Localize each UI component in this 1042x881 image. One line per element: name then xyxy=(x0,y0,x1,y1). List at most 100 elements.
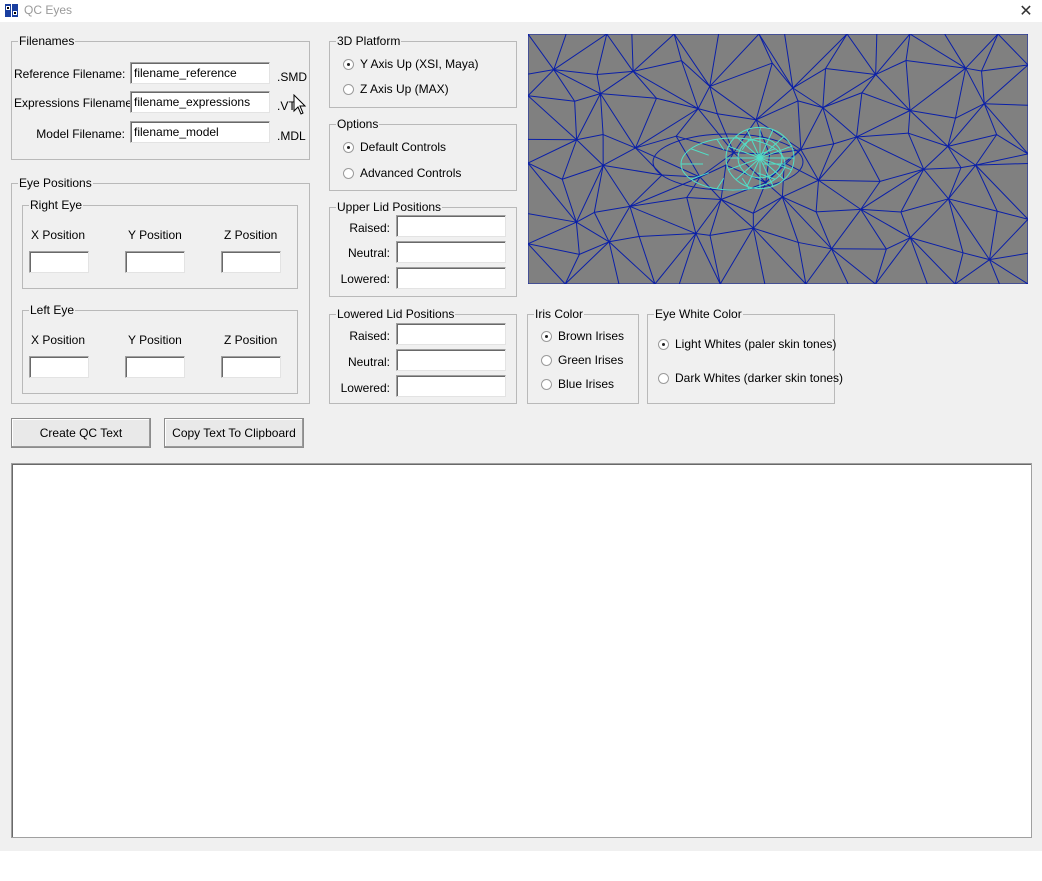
mesh-edge xyxy=(781,196,799,243)
mesh-edge xyxy=(860,209,887,250)
mesh-edge xyxy=(709,62,773,87)
mesh-edge xyxy=(656,97,699,110)
mesh-edge xyxy=(609,235,640,243)
mesh-edge xyxy=(860,181,881,210)
left-eye-x-input[interactable] xyxy=(29,356,89,378)
mesh-edge xyxy=(596,70,634,76)
mesh-edge xyxy=(923,145,949,170)
mesh-edge xyxy=(831,209,862,250)
platform-z-up-label: Z Axis Up (MAX) xyxy=(360,82,449,96)
right-eye-x-input[interactable] xyxy=(29,251,89,273)
left-eye-y-label: Y Position xyxy=(128,333,182,347)
upper-lid-lowered-input[interactable] xyxy=(396,267,506,289)
mesh-edge xyxy=(709,86,757,121)
copy-to-clipboard-button[interactable]: Copy Text To Clipboard xyxy=(164,418,304,448)
mesh-edge xyxy=(576,139,604,166)
create-qc-text-button[interactable]: Create QC Text xyxy=(11,418,151,448)
mesh-edge xyxy=(948,164,977,200)
mesh-edge xyxy=(690,148,709,156)
mesh-edge xyxy=(825,34,848,69)
mesh-edge xyxy=(695,233,711,236)
mesh-edge xyxy=(600,70,634,95)
reference-filename-input[interactable] xyxy=(130,62,270,84)
mesh-edge xyxy=(879,168,924,182)
brown-irises-label: Brown Irises xyxy=(558,329,625,343)
mesh-edge xyxy=(755,87,794,121)
mesh-edge xyxy=(856,110,911,138)
lower-lid-lowered-input[interactable] xyxy=(396,375,506,397)
mesh-edge xyxy=(822,68,827,108)
qc-output-textarea[interactable] xyxy=(11,463,1032,838)
mesh-edge xyxy=(695,233,721,284)
mesh-edge xyxy=(983,64,1028,105)
mesh-edge xyxy=(717,113,757,121)
platform-group: 3D Platform xyxy=(329,35,517,108)
mesh-edge xyxy=(528,34,555,70)
mesh-edge xyxy=(699,152,735,178)
close-icon[interactable]: ✕ xyxy=(1018,1,1034,20)
lower-lid-raised-label: Raised: xyxy=(349,329,390,343)
upper-lid-raised-input[interactable] xyxy=(396,215,506,237)
mesh-edge xyxy=(905,59,966,69)
mesh-edge xyxy=(815,180,820,212)
lower-lid-raised-input[interactable] xyxy=(396,323,506,345)
mesh-edge xyxy=(608,241,620,284)
mesh-edge xyxy=(782,196,817,213)
mesh-edge xyxy=(576,93,601,140)
mesh-edge xyxy=(608,206,631,243)
upper-lid-neutral-input[interactable] xyxy=(396,241,506,263)
mesh-edge xyxy=(632,71,657,99)
upper-lid-raised-label: Raised: xyxy=(349,221,390,235)
left-eye-z-input[interactable] xyxy=(221,356,281,378)
mesh-edge xyxy=(818,143,835,181)
left-eye-x-label: X Position xyxy=(31,333,86,347)
radio-dot-icon xyxy=(343,142,354,153)
mesh-edge xyxy=(923,168,949,200)
mesh-edge xyxy=(553,69,598,76)
mesh-edge xyxy=(822,74,876,109)
mesh-edge xyxy=(698,108,718,115)
mesh-edge xyxy=(875,34,911,75)
mesh-edge xyxy=(984,103,1028,106)
lower-lid-neutral-input[interactable] xyxy=(396,349,506,371)
mesh-edge xyxy=(596,74,601,94)
mesh-edge xyxy=(528,162,563,180)
mesh-edge xyxy=(792,87,824,109)
right-eye-z-input[interactable] xyxy=(221,251,281,273)
expressions-filename-input[interactable] xyxy=(130,91,270,113)
mesh-edge xyxy=(909,34,966,69)
mesh-edge xyxy=(856,132,909,138)
mesh-edge xyxy=(797,100,802,150)
mesh-edge xyxy=(947,145,976,166)
mesh-edge xyxy=(860,208,901,213)
mesh-edge xyxy=(955,103,985,119)
mesh-edge xyxy=(907,110,911,134)
mesh-edge xyxy=(599,93,604,135)
mesh-edge xyxy=(752,228,766,284)
mesh-edge xyxy=(965,34,999,69)
mesh-edge xyxy=(633,60,682,72)
mesh-edge xyxy=(602,147,636,166)
mesh-edge xyxy=(755,100,799,121)
model-filename-label: Model Filename: xyxy=(36,127,125,141)
mesh-edge xyxy=(735,157,761,181)
mesh-edge xyxy=(632,70,699,110)
mesh-edge xyxy=(699,164,727,178)
mesh-edge xyxy=(905,60,911,111)
left-eye-y-input[interactable] xyxy=(125,356,185,378)
mouse-cursor-icon xyxy=(293,94,307,115)
model-filename-input[interactable] xyxy=(130,121,270,143)
mesh-edge xyxy=(709,199,722,236)
mesh-edge xyxy=(635,108,699,149)
mesh-edge xyxy=(720,165,727,200)
mesh-edge xyxy=(846,34,877,75)
mesh-edge xyxy=(553,69,601,95)
mesh-edge xyxy=(815,211,832,249)
mesh-edge xyxy=(758,34,794,89)
mesh-edge xyxy=(629,206,640,237)
mesh-edge xyxy=(875,60,907,75)
right-eye-y-input[interactable] xyxy=(125,251,185,273)
mesh-edge xyxy=(673,34,682,61)
mesh-edge xyxy=(818,179,881,182)
mesh-edge xyxy=(800,107,824,150)
